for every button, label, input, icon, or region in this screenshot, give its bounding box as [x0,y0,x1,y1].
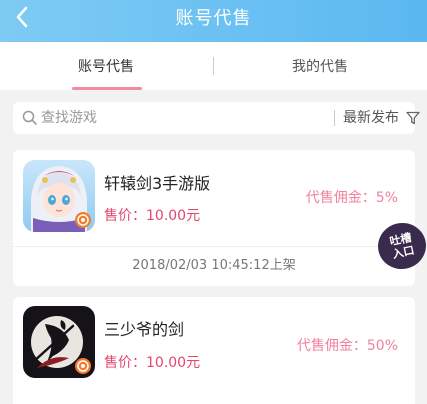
filter-icon[interactable] [406,111,420,125]
listing-card[interactable]: 三少爷的剑 售价：10.00元 代售佣金：50% [13,297,415,404]
search-bar: 查找游戏 最新发布 [13,102,420,134]
commission-label: 代售佣金：50% [296,338,398,354]
price-label: 售价：10.00元 [104,208,201,224]
app-header: 账号代售 [0,0,427,42]
active-tab-indicator [72,87,142,90]
game-name: 轩辕剑3手游版 [104,174,211,193]
page-title: 账号代售 [175,8,252,29]
search-input[interactable]: 查找游戏 [41,102,97,134]
tab-divider [213,57,214,75]
commission-label: 代售佣金：5% [305,190,398,206]
search-icon [22,110,37,125]
tab-account-sale[interactable]: 账号代售 [56,42,156,90]
back-button[interactable] [10,2,34,32]
chevron-left-icon [16,6,28,28]
anime-girl-game-icon [23,160,95,232]
swordsman-game-icon [23,306,95,378]
price-label: 售价：10.00元 [104,355,201,371]
sort-divider [334,110,335,126]
sort-dropdown[interactable]: 最新发布 [343,102,399,134]
listing-timestamp: 2018/02/03 10:45:12上架 [132,258,296,273]
listing-card[interactable]: 轩辕剑3手游版 售价：10.00元 代售佣金：5% 2018/02/03 10:… [13,150,415,286]
game-name: 三少爷的剑 [104,320,185,339]
tab-bar: 账号代售 我的代售 [0,42,427,90]
tab-my-sales[interactable]: 我的代售 [270,42,370,90]
